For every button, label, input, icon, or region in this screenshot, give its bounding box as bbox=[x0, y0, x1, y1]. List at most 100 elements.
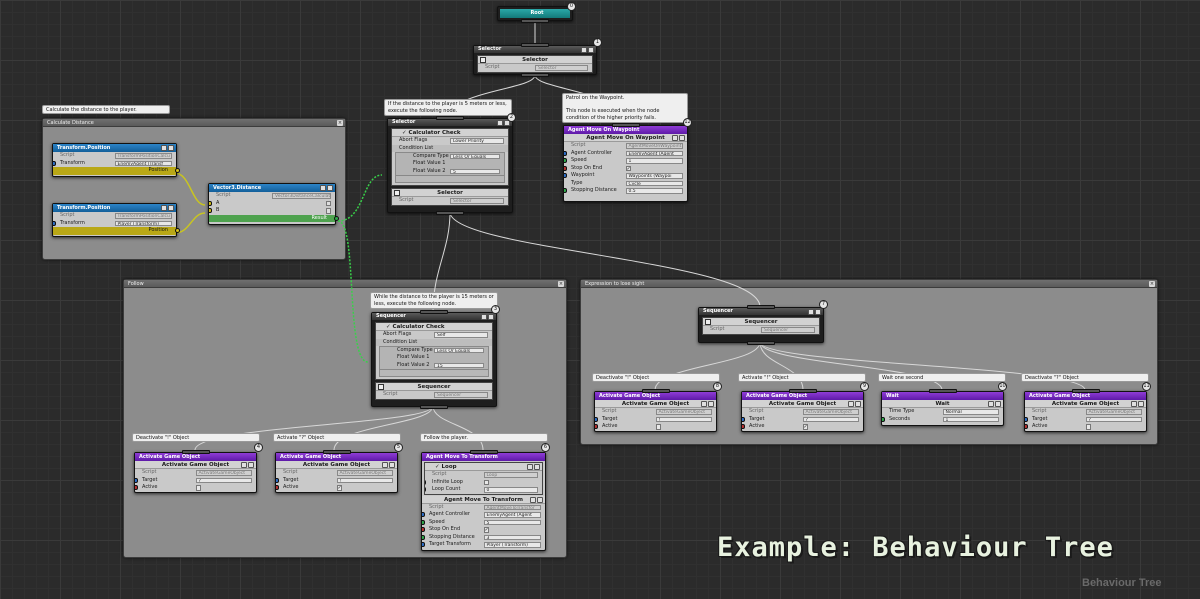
active-field[interactable]: Active bbox=[135, 484, 256, 492]
transform-position-node-1[interactable]: Transform.Position Script TransformPositi… bbox=[52, 143, 180, 177]
comment-follow[interactable]: Follow the player. bbox=[420, 433, 548, 442]
waypoint-field[interactable]: Waypoint Waypoints (Waypoi bbox=[564, 172, 687, 180]
target-field[interactable]: Target! bbox=[595, 416, 716, 424]
input-port[interactable] bbox=[611, 123, 640, 127]
output-port[interactable] bbox=[436, 211, 464, 215]
input-pin[interactable] bbox=[276, 485, 279, 490]
input-pin[interactable] bbox=[209, 208, 212, 213]
comment-patrol[interactable]: Patrol on the Waypoint. This node is exe… bbox=[562, 93, 688, 123]
help-icon[interactable] bbox=[988, 401, 994, 407]
help-icon[interactable] bbox=[848, 401, 854, 407]
help-icon[interactable] bbox=[320, 185, 326, 191]
input-port[interactable] bbox=[420, 310, 448, 314]
activate-game-object-node-11[interactable]: Activate Game Object Activate Game Objec… bbox=[1024, 389, 1147, 432]
input-pin[interactable] bbox=[135, 485, 138, 490]
output-pin[interactable] bbox=[334, 215, 339, 221]
help-icon[interactable] bbox=[241, 462, 247, 468]
input-port[interactable] bbox=[641, 389, 670, 393]
active-field[interactable]: Active ✓ bbox=[276, 484, 397, 492]
activate-game-object-node-8[interactable]: Activate Game Object Activate Game Objec… bbox=[594, 389, 717, 432]
gear-icon[interactable] bbox=[168, 145, 174, 151]
gear-icon[interactable] bbox=[389, 462, 395, 468]
input-pin[interactable] bbox=[135, 477, 138, 483]
infinite-loop-field[interactable]: Infinite Loop bbox=[425, 479, 542, 487]
input-pin[interactable] bbox=[1025, 424, 1028, 429]
active-checkbox[interactable] bbox=[1085, 424, 1091, 430]
input-pin[interactable] bbox=[422, 527, 425, 532]
active-field[interactable]: Active ✓ bbox=[742, 423, 863, 431]
sequencer-node-7[interactable]: Sequencer Sequencer Script Sequencer bbox=[698, 305, 824, 345]
float-value-1-field[interactable]: Float Value 1 bbox=[380, 354, 488, 362]
input-pin[interactable] bbox=[53, 160, 56, 166]
activate-game-object-node-9[interactable]: Activate Game Object Activate Game Objec… bbox=[741, 389, 864, 432]
input-pin[interactable] bbox=[422, 519, 425, 525]
input-pin[interactable] bbox=[1025, 416, 1028, 422]
transform-position-node-2[interactable]: Transform.Position Script TransformPositi… bbox=[52, 203, 180, 237]
input-port[interactable] bbox=[521, 43, 549, 47]
stop-on-end-checkbox[interactable]: ✓ bbox=[483, 527, 489, 533]
comment-calc[interactable]: Calculate the distance to the player. bbox=[42, 105, 170, 114]
root-output-port[interactable] bbox=[521, 19, 549, 23]
input-port[interactable] bbox=[747, 305, 775, 309]
stop-on-end-checkbox[interactable]: ✓ bbox=[625, 165, 631, 171]
float-value-2-field[interactable]: Float Value 2 15 bbox=[380, 362, 488, 370]
gear-icon[interactable] bbox=[815, 309, 821, 315]
gear-icon[interactable] bbox=[588, 47, 594, 53]
float-value-1-field[interactable]: Float Value 1 bbox=[396, 160, 504, 168]
agent-move-to-transform-node-6[interactable]: Agent Move To Transform ✓ Loop Script Loo… bbox=[421, 450, 546, 551]
input-pin[interactable] bbox=[564, 150, 567, 156]
gear-icon[interactable] bbox=[488, 314, 494, 320]
output-pin[interactable] bbox=[175, 228, 180, 233]
active-field[interactable]: Active bbox=[1025, 423, 1146, 431]
stop-on-end-field[interactable]: Stop On End ✓ bbox=[564, 165, 687, 173]
comment-while15[interactable]: While the distance to the player is 15 m… bbox=[370, 292, 498, 309]
check-icon[interactable]: ✓ bbox=[386, 323, 391, 331]
float-value-2-field[interactable]: Float Value 25 bbox=[396, 168, 504, 176]
input-pin[interactable] bbox=[564, 165, 567, 171]
input-port[interactable] bbox=[788, 389, 817, 393]
active-field[interactable]: Active bbox=[595, 423, 716, 431]
input-pin[interactable] bbox=[422, 534, 425, 540]
transform-field[interactable]: Transform Player (Transform) bbox=[53, 220, 176, 228]
compare-type-field[interactable]: Compare Type Less Or Equals bbox=[396, 153, 504, 161]
gear-icon[interactable] bbox=[537, 496, 543, 503]
gear-icon[interactable] bbox=[325, 200, 331, 206]
target-field[interactable]: Target? bbox=[135, 477, 256, 485]
target-field[interactable]: Target! bbox=[276, 477, 397, 485]
gear-icon[interactable] bbox=[327, 185, 333, 191]
agent-controller-field[interactable]: Agent Controller EnemyAgent (Agent bbox=[422, 511, 545, 519]
help-icon[interactable] bbox=[1131, 401, 1137, 407]
output-port[interactable] bbox=[420, 405, 448, 409]
gear-icon[interactable] bbox=[995, 401, 1001, 407]
loop-count-field[interactable]: Loop Count 0 bbox=[425, 486, 542, 494]
abort-flags-field[interactable]: Abort Flags Lower Priority bbox=[392, 137, 508, 145]
wait-node-10[interactable]: Wait Wait Time Type Normal Seconds 1 bbox=[881, 389, 1004, 426]
gear-icon[interactable] bbox=[855, 401, 861, 407]
activate-game-object-node-4[interactable]: Activate Game Object Activate Game Objec… bbox=[134, 450, 257, 493]
check-icon[interactable]: ✓ bbox=[435, 463, 440, 471]
comment-if5[interactable]: If the distance to the player is 5 meter… bbox=[384, 99, 512, 116]
active-checkbox[interactable]: ✓ bbox=[336, 485, 342, 491]
help-icon[interactable] bbox=[530, 496, 536, 503]
gear-icon[interactable] bbox=[679, 135, 685, 141]
target-field[interactable]: Target? bbox=[742, 416, 863, 424]
selector-node-1[interactable]: Selector Selector Script Selector bbox=[473, 43, 597, 77]
input-pin[interactable] bbox=[564, 188, 567, 193]
type-field[interactable]: Type Cycle bbox=[564, 180, 687, 188]
input-pin[interactable] bbox=[595, 424, 598, 429]
active-checkbox[interactable]: ✓ bbox=[802, 424, 808, 430]
activate-game-object-node-5[interactable]: Activate Game Object Activate Game Objec… bbox=[275, 450, 398, 493]
gear-icon[interactable] bbox=[1138, 401, 1144, 407]
close-icon[interactable]: × bbox=[1149, 281, 1155, 287]
compare-type-field[interactable]: Compare Type Less Or Equals bbox=[380, 347, 488, 355]
input-pin[interactable] bbox=[209, 200, 212, 206]
comment-wait[interactable]: Wait one second bbox=[878, 373, 1006, 382]
input-pin[interactable] bbox=[53, 220, 56, 226]
help-icon[interactable] bbox=[701, 401, 707, 407]
comment-deact-q[interactable]: Deactivate "?" Object bbox=[1021, 373, 1149, 382]
close-icon[interactable]: × bbox=[558, 281, 564, 287]
gear-icon[interactable] bbox=[168, 205, 174, 211]
output-pin[interactable] bbox=[175, 168, 180, 173]
abort-flags-field[interactable]: Abort Flags Self bbox=[376, 331, 492, 339]
output-port[interactable] bbox=[747, 341, 775, 345]
